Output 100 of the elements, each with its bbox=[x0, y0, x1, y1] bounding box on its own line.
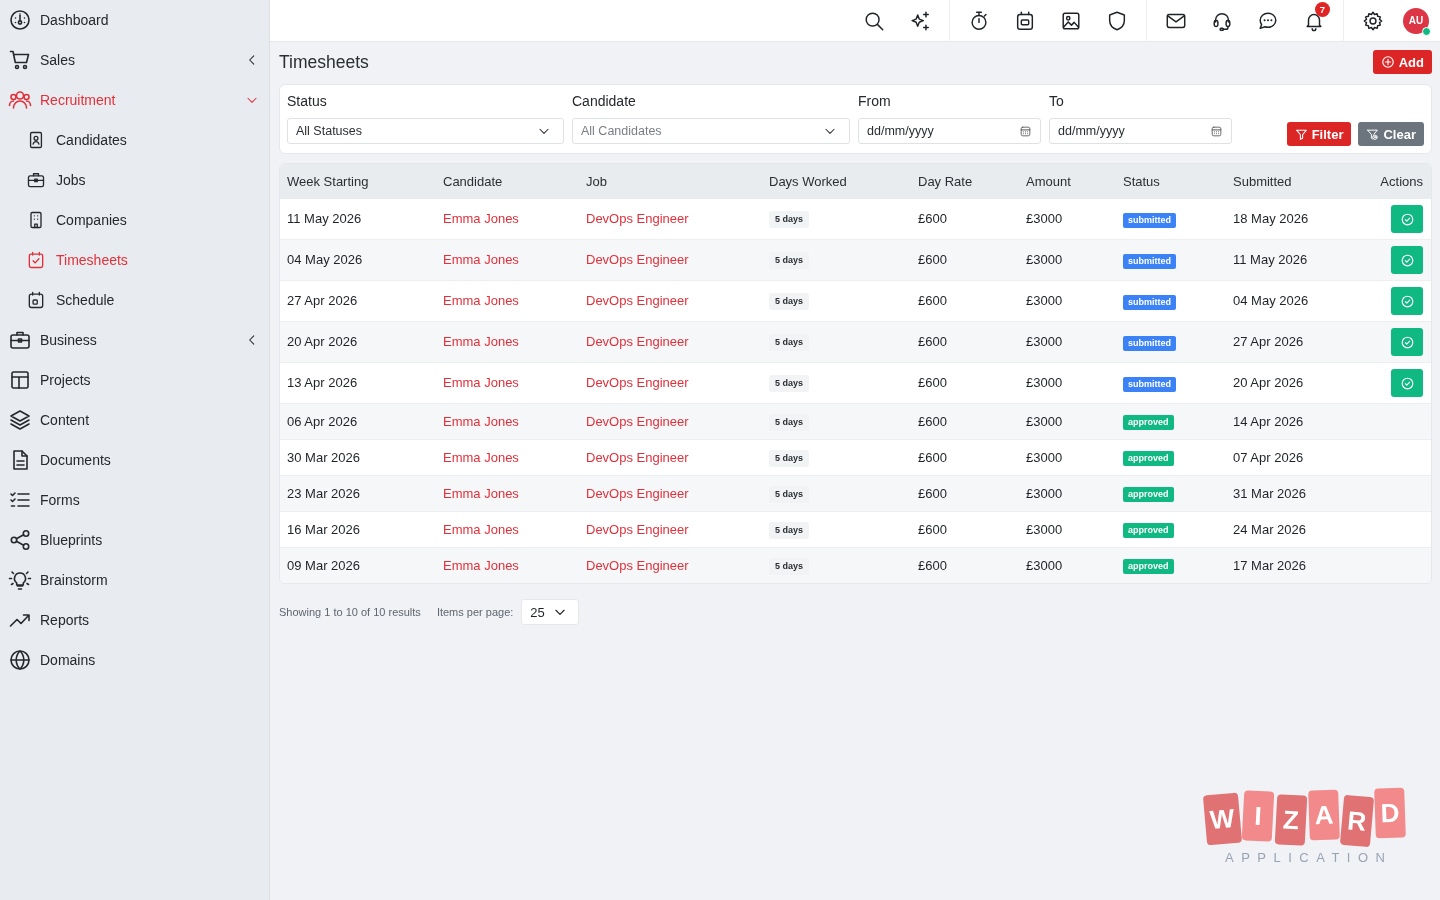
table-cell-text: 07 Apr 2026 bbox=[1232, 449, 1305, 466]
calendar-icon bbox=[1210, 124, 1223, 138]
logo-letter: Z bbox=[1274, 794, 1308, 846]
sidebar-item[interactable]: Content bbox=[0, 400, 269, 440]
days-worked-tag: 5 days bbox=[769, 334, 810, 351]
dropdown-field[interactable]: All Statuses bbox=[287, 118, 564, 144]
sidebar-item[interactable]: Blueprints bbox=[0, 520, 269, 560]
job-link[interactable]: DevOps Engineer bbox=[586, 413, 689, 429]
table-cell-text: £3000 bbox=[1025, 449, 1064, 466]
sidebar-item[interactable]: Business bbox=[0, 320, 269, 360]
column-header: Status bbox=[1123, 173, 1160, 189]
gauge-icon bbox=[8, 8, 32, 32]
sidebar-item[interactable]: Documents bbox=[0, 440, 269, 480]
layers-icon bbox=[8, 408, 32, 432]
job-link[interactable]: DevOps Engineer bbox=[586, 211, 689, 226]
page-title: Timesheets bbox=[279, 51, 369, 73]
per-page-select[interactable]: 25 bbox=[521, 599, 580, 625]
candidate-link[interactable]: Emma Jones bbox=[443, 293, 519, 308]
sparkles-icon bbox=[909, 9, 931, 32]
sidebar-subitem[interactable]: Candidates bbox=[0, 120, 269, 160]
job-link[interactable]: DevOps Engineer bbox=[586, 449, 689, 465]
logo-letter: D bbox=[1374, 787, 1406, 839]
check-circle-icon bbox=[1399, 211, 1415, 227]
days-worked-tag: 5 days bbox=[769, 521, 810, 539]
table-cell-text: £3000 bbox=[1025, 485, 1064, 502]
sidebar-item[interactable]: Dashboard bbox=[0, 0, 269, 40]
table-cell-text: £600 bbox=[917, 375, 948, 391]
days-worked-tag: 5 days bbox=[769, 413, 810, 431]
status-tag: submitted bbox=[1123, 294, 1176, 310]
status-tag: approved bbox=[1123, 487, 1174, 502]
sidebar-item[interactable]: Projects bbox=[0, 360, 269, 400]
job-link[interactable]: DevOps Engineer bbox=[586, 252, 689, 267]
candidate-link[interactable]: Emma Jones bbox=[443, 252, 519, 267]
search-icon bbox=[863, 9, 885, 32]
column-header: Submitted bbox=[1233, 173, 1292, 189]
sidebar-subitem[interactable]: Timesheets bbox=[0, 240, 269, 280]
column-header: Day Rate bbox=[918, 173, 973, 189]
candidate-link[interactable]: Emma Jones bbox=[443, 449, 519, 465]
sidebar-item[interactable]: Forms bbox=[0, 480, 269, 520]
shield-icon bbox=[1106, 9, 1128, 32]
user-avatar[interactable]: AU bbox=[1403, 7, 1429, 34]
filter-button[interactable]: Filter bbox=[1286, 122, 1352, 146]
table-cell-text: 27 Apr 2026 bbox=[1232, 334, 1305, 350]
sidebar-item[interactable]: Recruitment bbox=[0, 80, 269, 120]
add-button[interactable]: Add bbox=[1372, 50, 1432, 74]
table-cell-text: £600 bbox=[917, 557, 948, 574]
sidebar-subitem[interactable]: Schedule bbox=[0, 280, 269, 320]
check-circle-icon bbox=[1399, 375, 1415, 391]
candidate-link[interactable]: Emma Jones bbox=[443, 521, 519, 537]
table-cell-text: £3000 bbox=[1025, 521, 1064, 538]
candidate-link[interactable]: Emma Jones bbox=[443, 557, 519, 573]
sidebar-item[interactable]: Brainstorm bbox=[0, 560, 269, 600]
column-header: Amount bbox=[1026, 173, 1071, 189]
sidebar-item[interactable]: Sales bbox=[0, 40, 269, 80]
calendar-check-icon bbox=[26, 250, 46, 270]
field-label: To bbox=[1049, 93, 1065, 110]
job-link[interactable]: DevOps Engineer bbox=[586, 334, 689, 349]
sidebar-item[interactable]: Domains bbox=[0, 640, 269, 680]
table-cell-text: 27 Apr 2026 bbox=[286, 293, 359, 309]
check-circle-icon bbox=[1399, 252, 1415, 268]
candidate-link[interactable]: Emma Jones bbox=[443, 485, 519, 501]
candidate-link[interactable]: Emma Jones bbox=[443, 375, 519, 390]
candidate-link[interactable]: Emma Jones bbox=[443, 334, 519, 349]
table-cell-text: 09 Mar 2026 bbox=[286, 557, 361, 574]
job-link[interactable]: DevOps Engineer bbox=[586, 375, 689, 390]
column-header: Days Worked bbox=[769, 173, 847, 189]
plus-circle-icon bbox=[1380, 55, 1395, 69]
table-cell-text: 17 Mar 2026 bbox=[1232, 557, 1307, 574]
job-link[interactable]: DevOps Engineer bbox=[586, 293, 689, 308]
briefcase-icon bbox=[26, 170, 46, 190]
sidebar-subitem[interactable]: Companies bbox=[0, 200, 269, 240]
notifications-button[interactable]: 7 bbox=[1298, 4, 1330, 37]
job-link[interactable]: DevOps Engineer bbox=[586, 557, 689, 573]
date-field[interactable]: dd/mm/yyyy bbox=[858, 118, 1041, 144]
table-cell-text: 30 Mar 2026 bbox=[286, 449, 361, 466]
status-tag: submitted bbox=[1123, 253, 1176, 269]
table-cell-text: 13 Apr 2026 bbox=[286, 375, 359, 391]
candidate-link[interactable]: Emma Jones bbox=[443, 211, 519, 226]
check-circle-icon bbox=[1399, 334, 1415, 350]
job-link[interactable]: DevOps Engineer bbox=[586, 485, 689, 501]
status-tag: approved bbox=[1123, 523, 1174, 538]
sidebar-item[interactable]: Reports bbox=[0, 600, 269, 640]
table-cell-text: £3000 bbox=[1025, 252, 1064, 268]
funnel-x-icon bbox=[1366, 127, 1380, 141]
column-header: Candidate bbox=[443, 173, 503, 189]
dropdown-field[interactable]: All Candidates bbox=[572, 118, 850, 144]
sidebar-subitem[interactable]: Jobs bbox=[0, 160, 269, 200]
table-cell-text: £600 bbox=[917, 211, 948, 227]
job-link[interactable]: DevOps Engineer bbox=[586, 521, 689, 537]
date-field[interactable]: dd/mm/yyyy bbox=[1049, 118, 1232, 144]
table-cell-text: 11 May 2026 bbox=[1232, 252, 1309, 268]
table-cell-text: £600 bbox=[917, 293, 948, 309]
field-label: From bbox=[858, 93, 892, 110]
clear-button[interactable]: Clear bbox=[1358, 122, 1424, 146]
table-cell-text: 23 Mar 2026 bbox=[286, 485, 361, 502]
table-cell-text: £600 bbox=[917, 252, 948, 268]
table-cell-text: 16 Mar 2026 bbox=[286, 521, 361, 538]
field-label: Status bbox=[287, 93, 328, 110]
calendar-icon bbox=[26, 290, 46, 310]
candidate-link[interactable]: Emma Jones bbox=[443, 413, 519, 429]
